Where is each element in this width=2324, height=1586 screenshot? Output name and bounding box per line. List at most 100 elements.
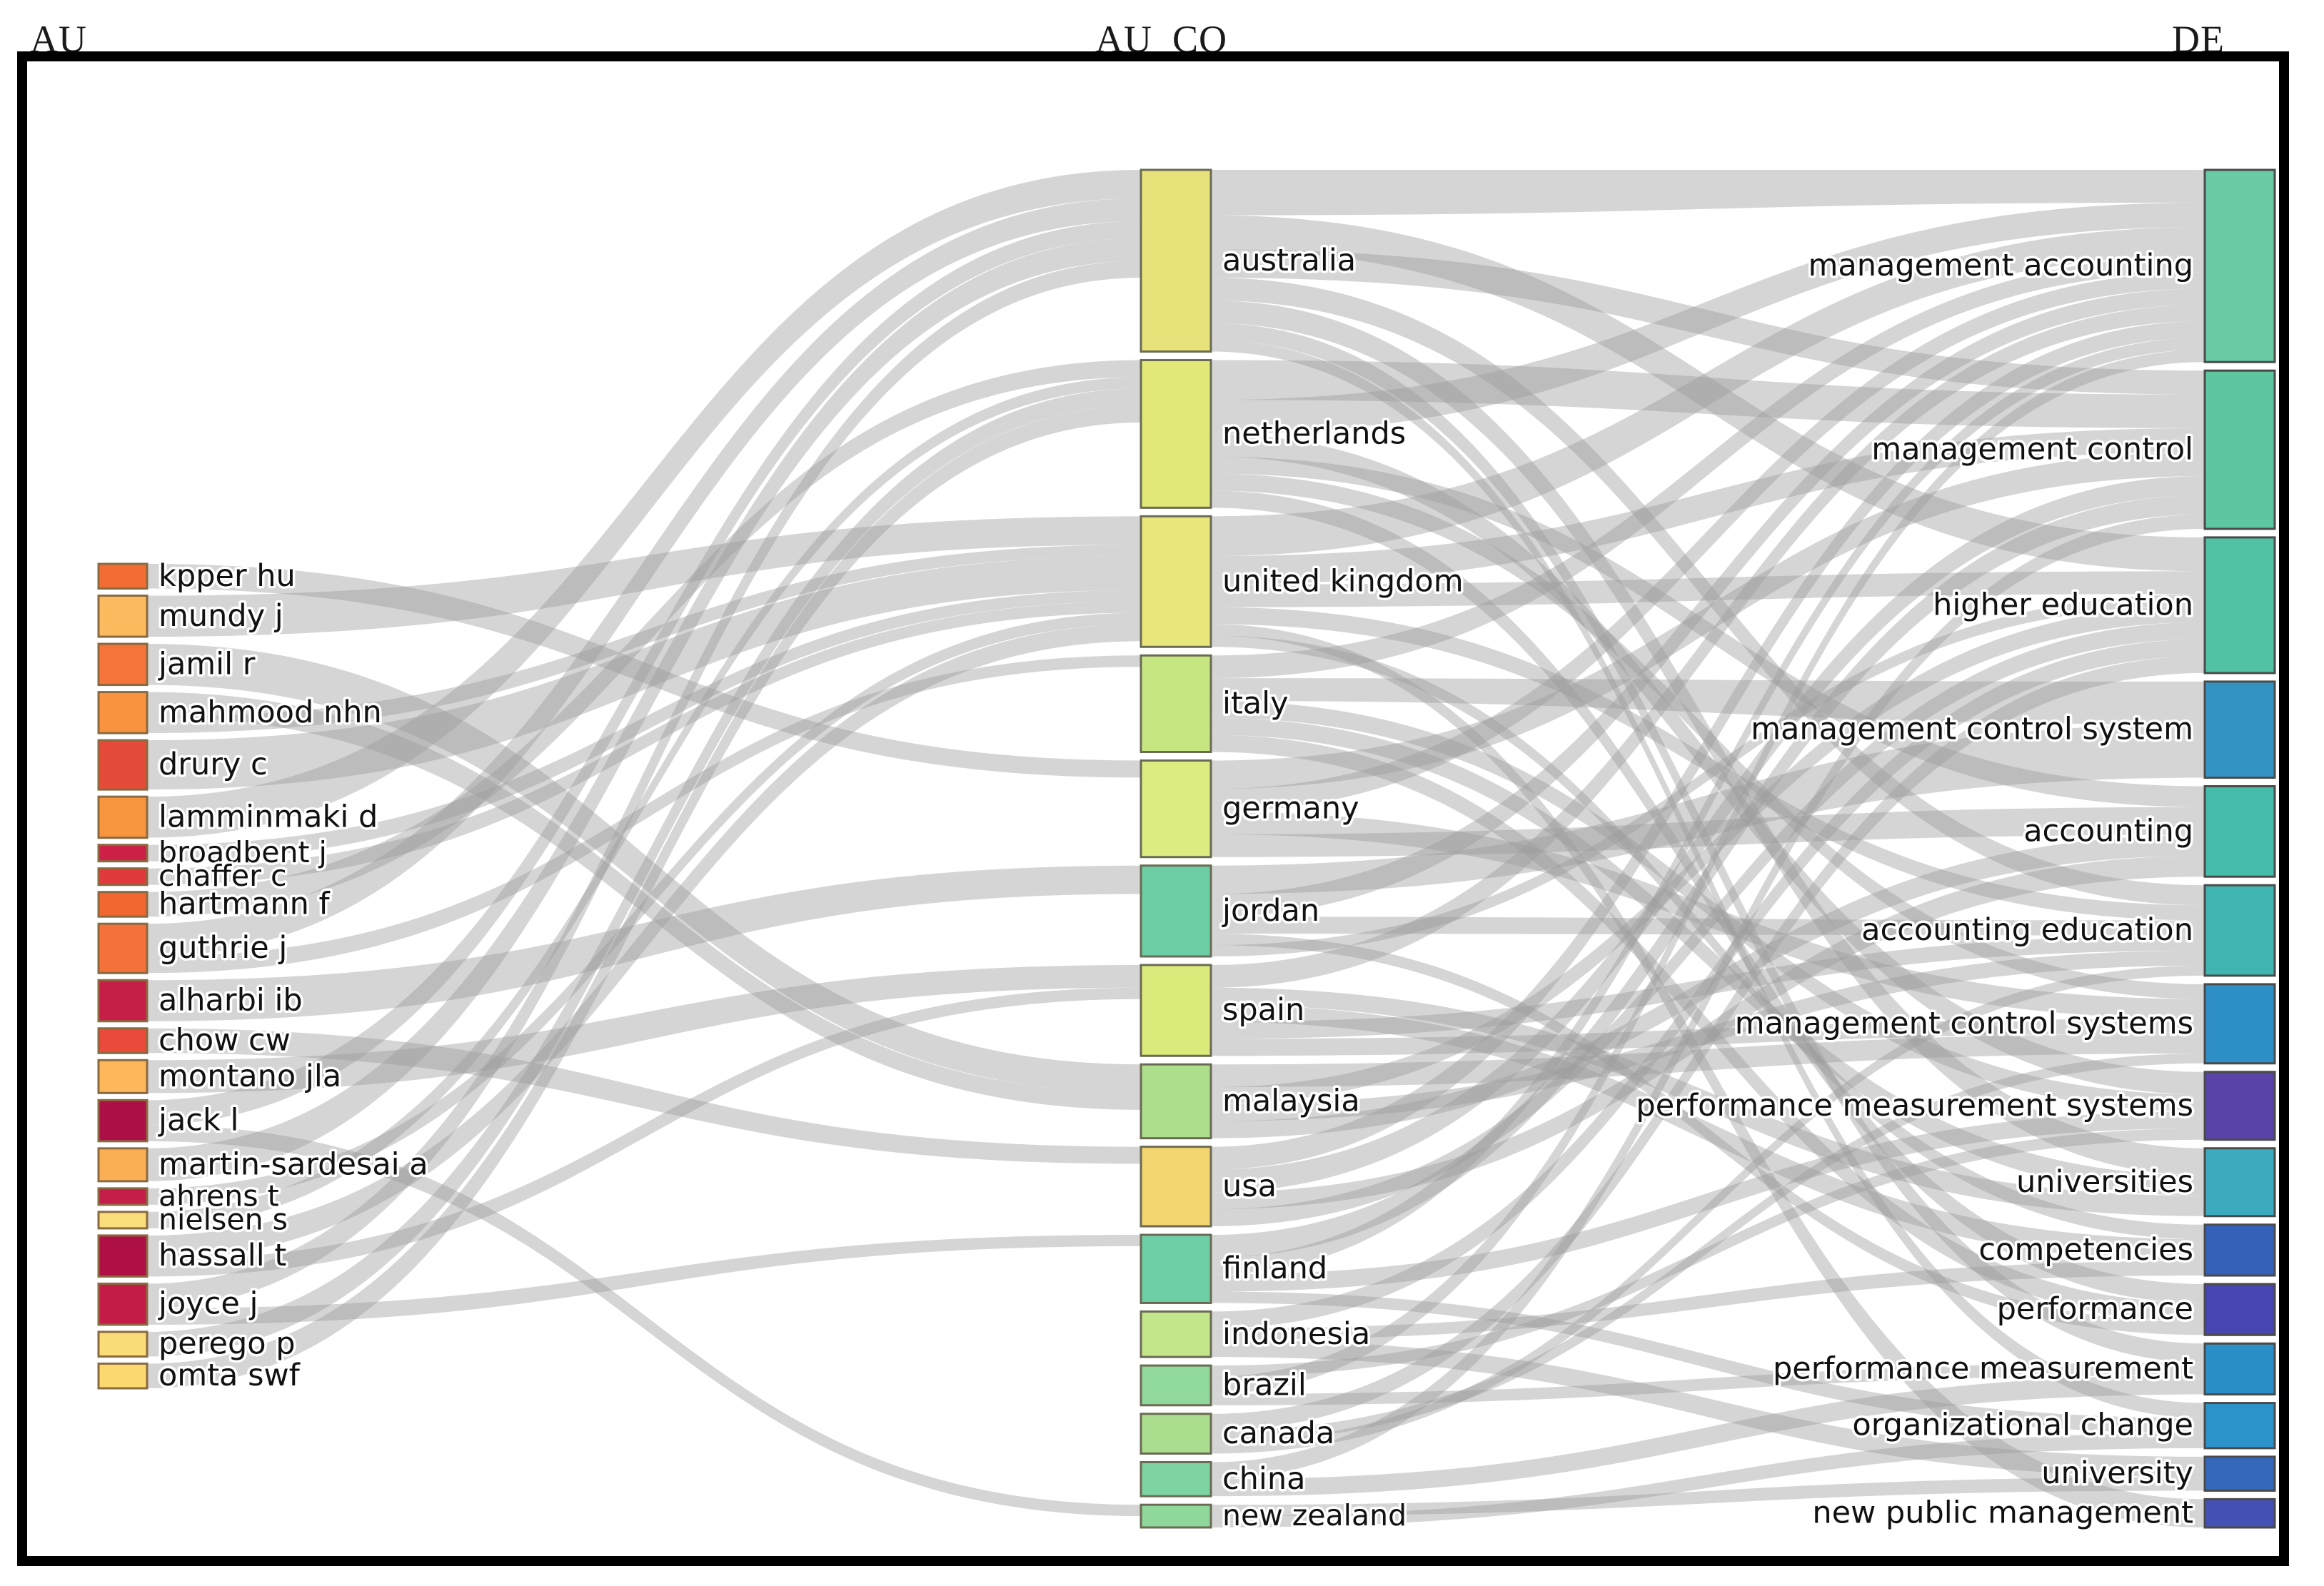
sankey-node-label: china — [1222, 1461, 1305, 1497]
sankey-node-label: jamil r — [158, 646, 256, 682]
sankey-node-label: jordan — [1222, 893, 1319, 929]
sankey-node-label: accounting — [2023, 813, 2193, 849]
sankey-node-au[interactable] — [97, 844, 149, 863]
sankey-node-au[interactable] — [97, 1330, 149, 1358]
sankey-node-label: italy — [1222, 685, 1289, 721]
sankey-node-de[interactable] — [2203, 1071, 2276, 1141]
sankey-node-label: accounting education — [1861, 912, 2193, 948]
sankey-node-label: united kingdom — [1222, 563, 1464, 599]
sankey-node-au[interactable] — [97, 979, 149, 1023]
sankey-node-au[interactable] — [97, 795, 149, 839]
sankey-node-label: new zealand — [1222, 1498, 1407, 1532]
sankey-node-label: drury c — [159, 747, 268, 782]
sankey-node-label: performance — [1997, 1291, 2193, 1327]
sankey-node-de[interactable] — [2203, 785, 2276, 878]
sankey-node-co[interactable] — [1140, 654, 1212, 754]
sankey-node-co[interactable] — [1140, 759, 1212, 859]
sankey-node-label: management control system — [1751, 712, 2193, 747]
sankey-node-label: malaysia — [1222, 1083, 1360, 1118]
sankey-node-co[interactable] — [1140, 1233, 1212, 1304]
sankey-node-label: management control — [1871, 432, 2193, 468]
sankey-node-label: hartmann f — [159, 886, 331, 921]
sankey-node-au[interactable] — [97, 1098, 149, 1143]
sankey-node-label: competencies — [1978, 1232, 2193, 1268]
sankey-node-label: nielsen s — [159, 1202, 288, 1236]
sankey-node-label: mahmood nhn — [159, 694, 382, 730]
sankey-node-au[interactable] — [97, 739, 149, 791]
sankey-canvas: kpper hu mundy j jamil r mahmood nhn drury c… — [97, 168, 2276, 1535]
sankey-node-de[interactable] — [2203, 1342, 2276, 1396]
sankey-node-label: management accounting — [1808, 248, 2193, 283]
sankey-node-co[interactable] — [1140, 964, 1212, 1057]
sankey-node-label: indonesia — [1222, 1316, 1370, 1352]
sankey-node-au[interactable] — [97, 1234, 149, 1278]
sankey-node-co[interactable] — [1140, 864, 1212, 958]
sankey-node-au[interactable] — [97, 1027, 149, 1054]
sankey-node-co[interactable] — [1140, 1364, 1212, 1407]
sankey-node-label: universities — [2016, 1164, 2193, 1200]
sankey-node-label: kpper hu — [159, 558, 296, 594]
sankey-node-label: mundy j — [159, 598, 283, 634]
sankey-node-label: performance measurement — [1773, 1350, 2193, 1386]
sankey-node-de[interactable] — [2203, 983, 2276, 1065]
sankey-node-de[interactable] — [2203, 680, 2276, 779]
sankey-node-label: martin-sardesai a — [159, 1146, 428, 1182]
sankey-node-au[interactable] — [97, 891, 149, 918]
sankey-node-co[interactable] — [1140, 515, 1212, 648]
sankey-node-label: management control systems — [1735, 1006, 2193, 1041]
sankey-node-au[interactable] — [97, 922, 149, 974]
sankey-node-au[interactable] — [97, 595, 149, 638]
sankey-node-au[interactable] — [97, 1211, 149, 1230]
sankey-figure: AU AU_CO DE kpper hu mundy j jamil r mahmoo… — [0, 0, 2324, 1586]
sankey-node-de[interactable] — [2203, 1283, 2276, 1336]
sankey-node-de[interactable] — [2203, 168, 2276, 363]
sankey-node-label: usa — [1222, 1168, 1277, 1204]
sankey-node-au[interactable] — [97, 1282, 149, 1326]
sankey-node-label: montano jla — [159, 1059, 341, 1094]
sankey-node-co[interactable] — [1140, 168, 1212, 353]
sankey-node-label: joyce j — [158, 1286, 258, 1322]
sankey-node-co[interactable] — [1140, 1146, 1212, 1228]
sankey-node-label: organizational change — [1852, 1408, 2193, 1443]
sankey-node-co[interactable] — [1140, 1063, 1212, 1140]
sankey-node-au[interactable] — [97, 1362, 149, 1390]
sankey-node-au[interactable] — [97, 1059, 149, 1094]
sankey-node-label: lamminmaki d — [159, 799, 378, 834]
sankey-node-de[interactable] — [2203, 1497, 2276, 1529]
sankey-node-de[interactable] — [2203, 1223, 2276, 1277]
sankey-node-label: omta swf — [159, 1358, 301, 1393]
sankey-node-au[interactable] — [97, 691, 149, 734]
sankey-node-de[interactable] — [2203, 1455, 2276, 1492]
sankey-node-label: hassall t — [159, 1238, 286, 1273]
sankey-node-label: netherlands — [1222, 415, 1406, 451]
sankey-node-label: finland — [1222, 1251, 1327, 1286]
sankey-node-label: performance measurement systems — [1636, 1088, 2193, 1123]
sankey-node-de[interactable] — [2203, 369, 2276, 530]
flow-ribbon — [1211, 170, 2205, 216]
sankey-node-label: alharbi ib — [159, 983, 303, 1019]
sankey-node-de[interactable] — [2203, 884, 2276, 977]
sankey-node-co[interactable] — [1140, 1503, 1212, 1529]
sankey-node-de[interactable] — [2203, 1147, 2276, 1218]
sankey-node-co[interactable] — [1140, 1460, 1212, 1497]
sankey-node-label: new public management — [1812, 1495, 2193, 1531]
sankey-node-label: perego p — [159, 1326, 296, 1362]
sankey-node-label: chow cw — [159, 1023, 291, 1059]
sankey-node-de[interactable] — [2203, 1402, 2276, 1450]
sankey-node-co[interactable] — [1140, 1413, 1212, 1455]
sankey-node-au[interactable] — [97, 562, 149, 590]
sankey-node-label: spain — [1222, 992, 1304, 1028]
sankey-node-au[interactable] — [97, 642, 149, 687]
sankey-node-au[interactable] — [97, 1187, 149, 1206]
sankey-node-co[interactable] — [1140, 359, 1212, 509]
sankey-node-label: australia — [1222, 243, 1356, 278]
sankey-node-au[interactable] — [97, 867, 149, 887]
sankey-node-au[interactable] — [97, 1147, 149, 1183]
sankey-node-label: university — [2041, 1455, 2193, 1491]
sankey-node-label: guthrie j — [159, 930, 287, 966]
sankey-node-de[interactable] — [2203, 536, 2276, 675]
sankey-node-label: jack l — [158, 1103, 238, 1138]
sankey-node-co[interactable] — [1140, 1310, 1212, 1358]
sankey-node-label: higher education — [1933, 587, 2193, 622]
sankey-node-label: brazil — [1222, 1367, 1307, 1403]
